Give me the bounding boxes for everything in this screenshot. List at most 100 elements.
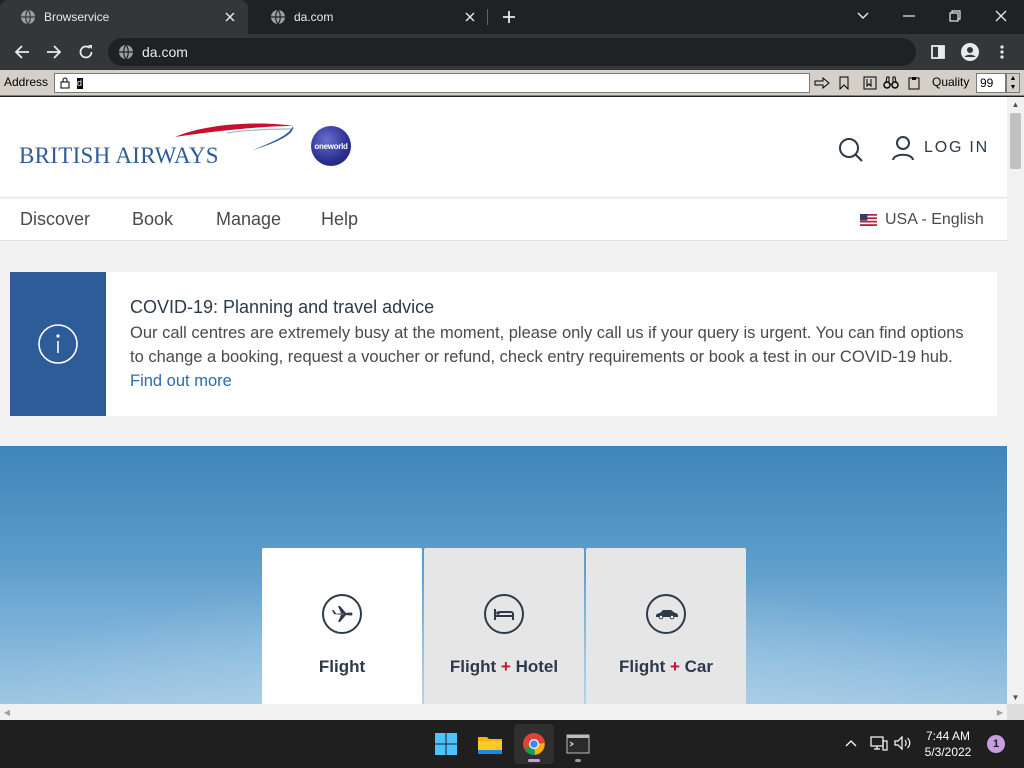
address-value: d xyxy=(77,77,83,89)
plus-icon xyxy=(503,11,515,23)
profile-icon xyxy=(961,43,979,61)
tab-flight-car[interactable]: Flight + Car xyxy=(586,548,746,704)
kebab-menu-icon xyxy=(1000,45,1004,59)
bookmark-button[interactable] xyxy=(835,74,853,92)
new-tab-button[interactable] xyxy=(498,6,520,28)
scroll-right-icon[interactable]: ▶ xyxy=(993,704,1007,720)
nav-book[interactable]: Book xyxy=(132,209,173,230)
locale-selector[interactable]: USA - English xyxy=(860,211,984,229)
tab-flight[interactable]: Flight xyxy=(262,548,422,704)
nav-help[interactable]: Help xyxy=(321,209,358,230)
scroll-thumb[interactable] xyxy=(1010,113,1021,169)
page-content: BRITISH AIRWAYS oneworld LOG IN Discover… xyxy=(0,97,1007,704)
tray-overflow-button[interactable] xyxy=(840,732,862,754)
close-tab-icon[interactable] xyxy=(222,9,238,25)
notification-badge[interactable]: 1 xyxy=(987,735,1005,753)
go-button[interactable] xyxy=(813,74,831,92)
close-window-button[interactable] xyxy=(987,4,1015,28)
tab-flight-label: Flight xyxy=(318,657,366,676)
bookmarks-list-button[interactable] xyxy=(861,74,879,92)
nav-discover[interactable]: Discover xyxy=(20,209,90,230)
quality-input[interactable]: 99 xyxy=(976,73,1006,93)
login-label: LOG IN xyxy=(924,139,990,156)
go-arrow-icon xyxy=(814,77,830,89)
site-info-icon[interactable] xyxy=(118,44,134,60)
close-icon xyxy=(995,10,1007,22)
clock-date: 5/3/2022 xyxy=(924,745,972,759)
page-viewport: BRITISH AIRWAYS oneworld LOG IN Discover… xyxy=(0,97,1024,720)
arrow-left-icon xyxy=(14,45,29,59)
close-tab-icon[interactable] xyxy=(462,9,478,25)
system-clock[interactable]: 7:44 AM 5/3/2022 xyxy=(916,728,980,760)
bookmark-icon xyxy=(839,76,849,90)
file-explorer-button[interactable] xyxy=(470,724,510,764)
stepper-up-icon[interactable]: ▲ xyxy=(1007,74,1019,83)
restore-button[interactable] xyxy=(941,4,969,28)
horizontal-scrollbar[interactable]: ◀ ▶ xyxy=(0,704,1007,720)
tab-search-button[interactable] xyxy=(849,4,877,28)
bed-icon xyxy=(483,593,525,635)
quality-stepper[interactable]: ▲ ▼ xyxy=(1006,73,1020,93)
minimize-icon xyxy=(903,15,915,17)
arrow-right-icon xyxy=(47,45,62,59)
find-button[interactable] xyxy=(882,74,900,92)
terminal-taskbar-button[interactable] xyxy=(558,724,598,764)
windows-logo-icon xyxy=(435,733,457,755)
plane-icon xyxy=(321,593,363,635)
tab-title: da.com xyxy=(294,10,334,24)
site-header: BRITISH AIRWAYS oneworld LOG IN xyxy=(0,97,1007,198)
volume-icon xyxy=(894,735,911,751)
chevron-down-icon xyxy=(857,12,869,19)
info-box xyxy=(10,272,106,416)
tab-title: Browservice xyxy=(44,10,110,24)
forward-button[interactable] xyxy=(42,40,66,64)
reload-button[interactable] xyxy=(74,40,98,64)
tab-flight-hotel[interactable]: Flight + Hotel xyxy=(424,548,584,704)
menu-button[interactable] xyxy=(990,40,1014,64)
tab-separator xyxy=(487,9,488,25)
globe-icon xyxy=(270,9,286,25)
search-icon[interactable] xyxy=(838,137,864,163)
ba-logo[interactable]: BRITISH AIRWAYS xyxy=(19,123,294,169)
clipboard-icon xyxy=(908,77,920,90)
vertical-scrollbar[interactable]: ▲ ▼ xyxy=(1007,97,1024,704)
car-icon xyxy=(645,593,687,635)
start-button[interactable] xyxy=(426,724,466,764)
scroll-down-icon[interactable]: ▼ xyxy=(1007,690,1024,704)
clipboard-button[interactable] xyxy=(905,74,923,92)
volume-button[interactable] xyxy=(892,732,914,754)
oneworld-logo[interactable]: oneworld xyxy=(311,126,351,166)
scroll-up-icon[interactable]: ▲ xyxy=(1007,97,1024,111)
back-button[interactable] xyxy=(10,40,34,64)
covid-body-text: Our call centres are extremely busy at t… xyxy=(130,324,964,366)
hero-banner: Flight Flight + Hotel Flight + Car xyxy=(0,446,1007,704)
chrome-icon xyxy=(523,733,545,756)
nav-manage[interactable]: Manage xyxy=(216,209,281,230)
active-indicator xyxy=(528,759,540,762)
covid-body: Our call centres are extremely busy at t… xyxy=(130,321,980,393)
omnibox[interactable]: da.com xyxy=(108,38,916,66)
main-nav: Discover Book Manage Help USA - English xyxy=(0,199,1007,241)
login-button[interactable]: LOG IN xyxy=(891,135,989,161)
scroll-left-icon[interactable]: ◀ xyxy=(0,704,14,720)
stepper-down-icon[interactable]: ▼ xyxy=(1007,83,1019,92)
minimize-button[interactable] xyxy=(895,4,923,28)
network-button[interactable] xyxy=(868,732,890,754)
tab-da-com[interactable]: da.com xyxy=(250,0,488,34)
locale-label: USA - English xyxy=(885,211,984,228)
side-panel-button[interactable] xyxy=(926,40,950,64)
quality-label: Quality xyxy=(932,75,970,89)
tab-flight-hotel-label: Flight + Hotel xyxy=(449,657,559,676)
tab-browservice[interactable]: Browservice xyxy=(0,0,248,34)
address-input[interactable]: d xyxy=(54,73,810,93)
binoculars-icon xyxy=(883,76,899,89)
globe-icon xyxy=(20,9,36,25)
profile-button[interactable] xyxy=(958,40,982,64)
browser-toolbar: da.com xyxy=(0,34,1024,70)
address-label: Address xyxy=(4,75,49,89)
terminal-icon xyxy=(566,734,590,754)
scrollbar-corner xyxy=(1007,704,1024,720)
chrome-taskbar-button[interactable] xyxy=(514,724,554,764)
taskbar: 7:44 AM 5/3/2022 1 xyxy=(0,720,1024,768)
find-out-more-link[interactable]: Find out more xyxy=(130,372,232,390)
